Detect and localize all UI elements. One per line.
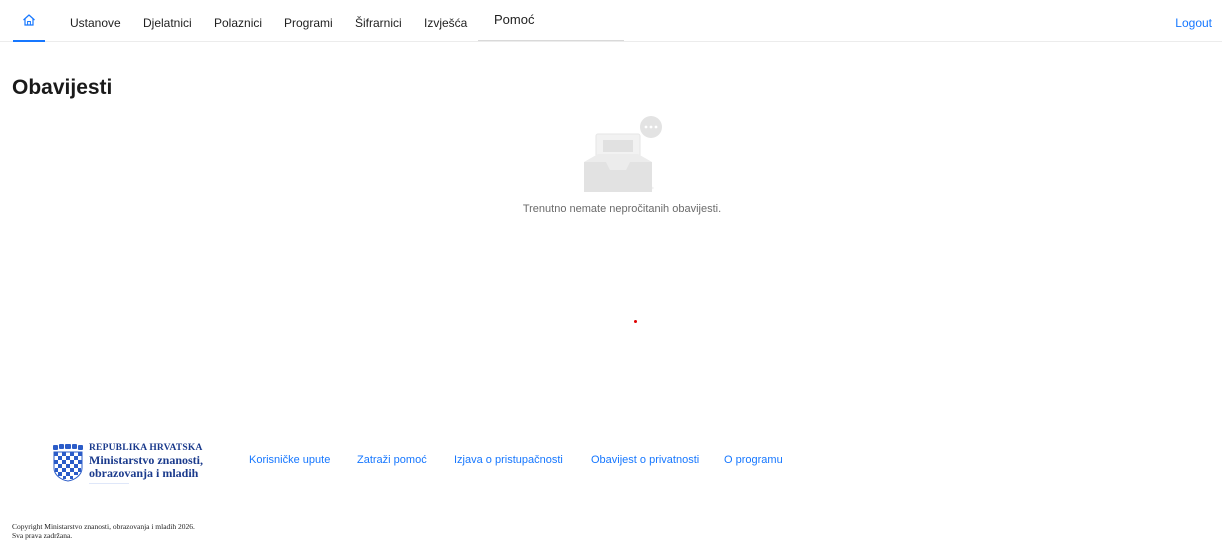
footer-link-request-help[interactable]: Zatraži pomoć [357, 454, 427, 466]
rights-line: Sva prava zadržana. [12, 531, 73, 540]
empty-inbox-icon [576, 114, 668, 196]
top-navigation: Ustanove Djelatnici Polaznici Programi Š… [0, 0, 1222, 42]
logo-line-small: ........................................ [89, 480, 129, 486]
copyright: Copyright Ministarstvo znanosti, obrazov… [12, 522, 195, 540]
page-title: Obavijesti [12, 76, 113, 99]
copyright-line: Copyright Ministarstvo znanosti, obrazov… [12, 522, 195, 531]
nav-item-sifrarnici[interactable]: Šifrarnici [355, 0, 402, 42]
home-icon [23, 14, 35, 26]
footer-link-about[interactable]: O programu [724, 454, 783, 466]
nav-item-izvjesca[interactable]: Izvješća [424, 0, 467, 42]
nav-item-polaznici[interactable]: Polaznici [214, 0, 262, 42]
nav-item-djelatnici[interactable]: Djelatnici [143, 0, 192, 42]
croatian-coat-of-arms-icon [53, 444, 83, 482]
ministry-logo-text: REPUBLIKA HRVATSKA Ministarstvo znanosti… [89, 443, 203, 486]
nav-item-programi[interactable]: Programi [284, 0, 333, 42]
nav-home[interactable] [13, 0, 45, 42]
logo-line-education: obrazovanja i mladih [89, 465, 199, 480]
loading-indicator-dot [634, 320, 637, 323]
logout-link[interactable]: Logout [1175, 0, 1212, 42]
logo-line-ministry: Ministarstvo znanosti, [89, 452, 203, 467]
footer-link-accessibility[interactable]: Izjava o pristupačnosti [454, 454, 563, 466]
ministry-logo[interactable]: REPUBLIKA HRVATSKA Ministarstvo znanosti… [52, 443, 222, 486]
footer-link-privacy[interactable]: Obavijest o privatnosti [591, 454, 699, 466]
footer-link-user-guide[interactable]: Korisničke upute [249, 454, 330, 466]
nav-item-pomoc-underline [478, 40, 624, 41]
nav-item-pomoc[interactable]: Pomoć [494, 0, 534, 42]
empty-state-message: Trenutno nemate nepročitanih obavijesti. [522, 203, 722, 215]
nav-item-ustanove[interactable]: Ustanove [70, 0, 121, 42]
